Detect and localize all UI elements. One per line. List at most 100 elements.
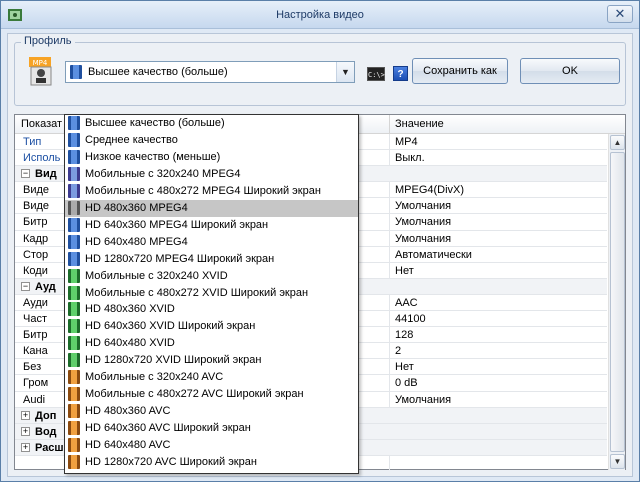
property-value[interactable]: 128 <box>395 329 413 341</box>
profile-option-label: Мобильные с 320x240 MPEG4 <box>85 167 241 180</box>
profile-option[interactable]: HD 1280x720 XVID Широкий экран <box>65 352 358 369</box>
video-file-icon <box>68 455 80 470</box>
property-value[interactable]: Умолчания <box>395 216 451 228</box>
video-file-icon <box>68 387 80 402</box>
vertical-scrollbar[interactable]: ▲ ▼ <box>608 134 625 470</box>
profile-option-label: HD 1280x720 AVC Широкий экран <box>85 456 257 469</box>
chevron-down-icon[interactable]: ▼ <box>336 62 354 82</box>
video-file-icon <box>68 217 80 232</box>
command-line-button[interactable]: C:\> <box>367 67 385 81</box>
property-value[interactable]: Умолчания <box>395 233 451 245</box>
profile-option-label: HD 480x360 XVID <box>85 303 175 316</box>
video-file-icon <box>68 438 80 453</box>
profile-option-label: Низкое качество (меньше) <box>85 150 221 163</box>
profile-option-label: HD 640x360 XVID Широкий экран <box>85 320 256 333</box>
video-file-icon <box>68 268 80 283</box>
profile-option[interactable]: Мобильные с 320x240 AVC <box>65 369 358 386</box>
video-file-icon <box>68 116 80 130</box>
video-file-icon <box>68 251 80 266</box>
profile-option-label: HD 480x360 AVC <box>85 405 171 418</box>
video-file-icon <box>68 421 80 436</box>
collapse-icon[interactable]: − <box>21 281 30 291</box>
profile-option-label: Мобильные с 480x272 AVC Широкий экран <box>85 388 304 401</box>
property-value[interactable]: Нет <box>395 265 414 277</box>
profile-option[interactable]: HD 480x360 XVID <box>65 301 358 318</box>
video-file-icon <box>68 149 80 164</box>
profile-option[interactable]: HD 640x480 MPEG4 <box>65 234 358 251</box>
profile-option-label: Среднее качество <box>85 133 178 146</box>
profile-option[interactable]: Низкое качество (меньше) <box>65 149 358 166</box>
header-name: Показат <box>21 118 63 130</box>
profile-option-label: Высшее качество (больше) <box>85 117 225 129</box>
window-title: Настройка видео <box>276 9 364 21</box>
video-file-icon <box>68 200 80 215</box>
profile-option-label: Мобильные с 320x240 AVC <box>85 371 224 384</box>
profile-option-label: HD 640x480 MPEG4 <box>85 235 188 248</box>
video-file-icon <box>68 234 80 249</box>
property-value[interactable]: 0 dB <box>395 377 418 389</box>
mp4-profile-icon: MP4 <box>29 57 52 86</box>
video-file-icon <box>68 336 80 351</box>
expand-icon[interactable]: + <box>21 426 30 436</box>
profile-group: Профиль MP4 Высшее качество (больше) ▼ C… <box>14 35 626 106</box>
property-value[interactable]: Умолчания <box>395 200 451 212</box>
profile-select[interactable]: Высшее качество (больше) ▼ <box>65 61 355 83</box>
profile-option-label: Мобильные с 320x240 XVID <box>85 269 228 282</box>
profile-select-value: Высшее качество (больше) <box>88 66 228 78</box>
video-file-icon <box>68 132 80 147</box>
profile-option-label: HD 640x360 AVC Широкий экран <box>85 422 251 435</box>
profile-option[interactable]: HD 640x360 XVID Широкий экран <box>65 318 358 335</box>
profile-option-label: HD 480x360 MPEG4 <box>85 201 188 214</box>
profile-option[interactable]: Высшее качество (больше) <box>65 115 358 132</box>
property-value[interactable]: MPEG4(DivX) <box>395 184 464 196</box>
profile-option-label: HD 640x480 XVID <box>85 337 175 350</box>
profile-option[interactable]: HD 640x480 AVC <box>65 437 358 454</box>
profile-dropdown-list: Высшее качество (больше) Среднее качество… <box>64 114 359 474</box>
save-as-button[interactable]: Сохранить как <box>412 58 508 84</box>
property-value[interactable]: 2 <box>395 345 401 357</box>
expand-icon[interactable]: + <box>21 410 30 420</box>
property-value[interactable]: MP4 <box>395 136 418 148</box>
video-file-icon <box>68 404 80 419</box>
scroll-thumb[interactable] <box>610 152 625 452</box>
close-button[interactable]: ✕ <box>607 5 633 23</box>
video-file-icon <box>68 353 80 368</box>
video-file-icon <box>68 183 80 198</box>
expand-icon[interactable]: + <box>21 442 30 452</box>
ok-button[interactable]: OK <box>520 58 620 84</box>
collapse-icon[interactable]: − <box>21 169 30 179</box>
profile-option[interactable]: HD 480x360 AVC <box>65 403 358 420</box>
property-value[interactable]: Умолчания <box>395 394 451 406</box>
profile-option-label: Мобильные с 480x272 XVID Широкий экран <box>85 286 309 299</box>
scroll-up-icon[interactable]: ▲ <box>610 135 625 150</box>
video-file-icon <box>70 65 82 79</box>
profile-option[interactable]: HD 1280x720 MPEG4 Широкий экран <box>65 251 358 268</box>
property-value[interactable]: Автоматически <box>395 249 472 261</box>
profile-option[interactable]: HD 1280x720 AVC Широкий экран <box>65 454 358 471</box>
profile-option[interactable]: HD 640x480 XVID <box>65 335 358 352</box>
help-button[interactable]: ? <box>393 66 408 81</box>
profile-option[interactable]: HD 640x360 MPEG4 Широкий экран <box>65 217 358 234</box>
profile-option[interactable]: Мобильные с 320x240 XVID <box>65 268 358 285</box>
profile-option[interactable]: HD 480x360 MPEG4 <box>65 199 358 217</box>
mp4-icon-label: MP4 <box>33 59 48 67</box>
profile-group-label: Профиль <box>21 35 75 47</box>
scroll-down-icon[interactable]: ▼ <box>610 454 625 469</box>
profile-option[interactable]: Мобильные с 480x272 XVID Широкий экран <box>65 285 358 302</box>
title-bar[interactable]: Настройка видео ✕ <box>1 1 639 29</box>
profile-option-label: HD 640x360 MPEG4 Широкий экран <box>85 218 269 231</box>
dialog-client-area: Профиль MP4 Высшее качество (больше) ▼ C… <box>7 33 633 477</box>
profile-option[interactable]: Мобильные с 480x272 MPEG4 Широкий экран <box>65 183 358 200</box>
profile-option-label: HD 640x480 AVC <box>85 439 171 452</box>
profile-option[interactable]: Мобильные с 320x240 MPEG4 <box>65 166 358 183</box>
property-value[interactable]: Выкл. <box>395 152 425 164</box>
profile-option[interactable]: Мобильные с 480x272 AVC Широкий экран <box>65 386 358 403</box>
profile-option[interactable]: Среднее качество <box>65 132 358 149</box>
profile-option[interactable]: HD 640x360 AVC Широкий экран <box>65 420 358 437</box>
header-separator[interactable] <box>389 115 390 134</box>
property-value[interactable]: 44100 <box>395 313 426 325</box>
video-file-icon <box>68 370 80 385</box>
profile-option-label: Мобильные с 480x272 MPEG4 Широкий экран <box>85 184 321 197</box>
property-value[interactable]: Нет <box>395 361 414 373</box>
property-value[interactable]: AAC <box>395 297 418 309</box>
